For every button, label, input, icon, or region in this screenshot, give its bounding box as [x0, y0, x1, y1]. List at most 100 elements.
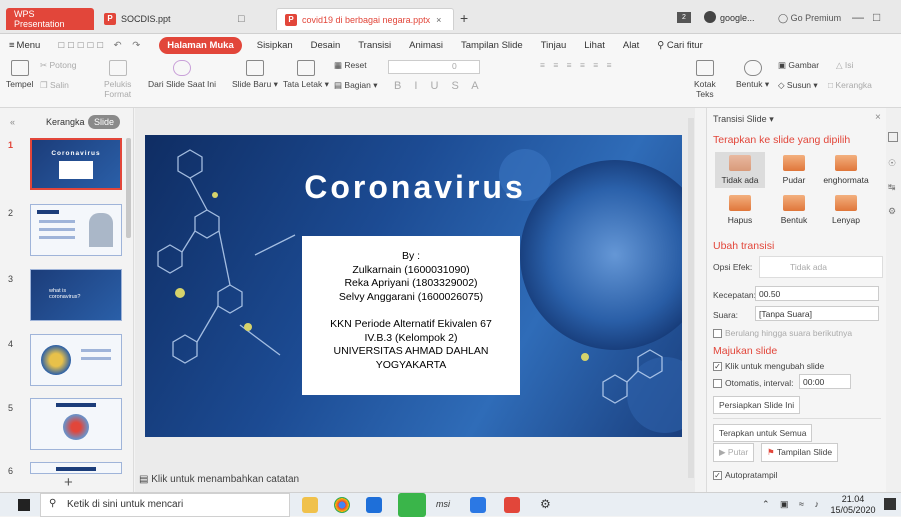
transition-dissolve[interactable]: Lenyap — [821, 192, 871, 228]
word-icon[interactable] — [470, 497, 486, 513]
paragraph-buttons[interactable]: ≡ ≡ ≡ ≡ ≡ ≡ — [540, 60, 615, 70]
collapse-icon[interactable]: « — [10, 117, 15, 127]
slide-thumbnail-3[interactable]: what is coronavirus? — [30, 269, 122, 321]
picture-button[interactable]: ▣ Gambar — [778, 60, 819, 71]
prepare-slide-button[interactable]: Persiapkan Slide Ini — [713, 396, 801, 414]
quick-access-icons[interactable]: □□□□□ ↶ ↷ — [58, 40, 144, 51]
apply-to-all-button[interactable]: Terapkan untuk Semua — [713, 424, 813, 442]
slide-scrollbar[interactable] — [688, 118, 694, 478]
shape-button[interactable]: Bentuk ▾ — [736, 60, 769, 90]
screen-icon[interactable]: □ — [238, 13, 245, 25]
tab-wps-presentation[interactable]: WPS Presentation — [6, 8, 94, 30]
restore-icon[interactable]: □ — [873, 10, 880, 24]
close-icon[interactable]: × — [875, 112, 881, 123]
tab-lihat[interactable]: Lihat — [584, 40, 605, 51]
chrome-icon[interactable] — [334, 497, 350, 513]
layout-button[interactable]: Tata Letak ▾ — [283, 60, 329, 90]
hamburger-icon[interactable]: ≡ — [9, 40, 15, 51]
slide-thumbnail-5[interactable] — [30, 398, 122, 450]
system-tray-icons[interactable]: ⌃ ▣ ≈ ♪ — [762, 499, 823, 510]
mail-icon[interactable] — [366, 497, 382, 513]
search-feature[interactable]: ⚲ Cari fitur — [657, 40, 703, 51]
msi-icon[interactable]: msi — [436, 499, 450, 509]
badge-icon[interactable]: 2 — [677, 12, 691, 23]
autopreview-checkbox[interactable]: ✓ Autopratampil — [713, 470, 777, 481]
arrange-button[interactable]: ◇ Susun ▾ — [778, 80, 818, 91]
new-tab-button[interactable]: + — [460, 10, 468, 26]
file-explorer-icon[interactable] — [302, 497, 318, 513]
transition-honor[interactable]: enghormata — [821, 152, 871, 188]
tab-covid19[interactable]: Pcovid19 di berbagai negara.pptx × — [276, 8, 454, 30]
close-icon[interactable]: × — [436, 15, 441, 25]
account-name[interactable]: google... — [720, 13, 755, 23]
slide-thumbnail-2[interactable] — [30, 204, 122, 256]
tab-animasi[interactable]: Animasi — [409, 40, 443, 51]
thumbnails-scrollbar[interactable] — [126, 138, 131, 238]
tab-tampilan-slide[interactable]: Tampilan Slide — [461, 40, 523, 51]
clock[interactable]: 21.04 15/05/2020 — [830, 494, 876, 516]
animation-icon[interactable]: ☉ — [888, 158, 896, 169]
from-current-slide-button[interactable]: Dari Slide Saat Ini — [148, 60, 216, 89]
section-button[interactable]: ▤ Bagian ▾ — [334, 80, 378, 91]
slide-thumbnail-4[interactable] — [30, 334, 122, 386]
slide-canvas[interactable]: Coronavirus By : Zulkarnain (1600031090)… — [145, 135, 682, 437]
slide-thumbnail-6[interactable] — [30, 462, 122, 474]
on-click-checkbox[interactable]: ✓ Klik untuk mengubah slide — [713, 361, 824, 372]
speed-input[interactable]: 00.50 — [755, 286, 879, 301]
format-painter-button[interactable]: Pelukis Format — [104, 60, 131, 99]
transition-fade-icon — [783, 155, 805, 171]
settings-gear-icon[interactable]: ⚙ — [540, 497, 551, 511]
tab-halaman-muka[interactable]: Halaman Muka — [159, 36, 242, 54]
effect-options-select[interactable]: Tidak ada — [759, 256, 883, 278]
thumb-line — [81, 357, 111, 360]
tab-tinjau[interactable]: Tinjau — [541, 40, 567, 51]
cut-button[interactable]: ✂ Potong — [40, 60, 76, 71]
play-button[interactable]: ▶ Putar — [713, 443, 755, 462]
tab-sisipkan[interactable]: Sisipkan — [257, 40, 293, 51]
avatar[interactable] — [704, 11, 716, 23]
slide-show-button[interactable]: ⚑ Tampilan Slide — [761, 443, 839, 462]
auto-interval-checkbox[interactable]: Otomatis, interval: — [713, 378, 794, 389]
tab-desain[interactable]: Desain — [311, 40, 341, 51]
wps-presentation-icon[interactable] — [504, 497, 520, 513]
text-format-buttons[interactable]: B I U S A — [394, 80, 484, 92]
fill-button[interactable]: △ Isi — [836, 60, 853, 71]
properties-icon[interactable] — [888, 132, 898, 142]
notifications-icon[interactable] — [884, 498, 896, 510]
reset-button[interactable]: ▦ Reset — [334, 60, 367, 71]
text-box-button[interactable]: Kotak Teks — [694, 60, 716, 99]
loop-until-next-checkbox[interactable]: Berulang hingga suara berikutnya — [713, 328, 852, 339]
transition-icon[interactable]: ↹ — [888, 182, 896, 193]
slide-thumbnail-1[interactable]: Coronavirus — [30, 138, 122, 190]
taskbar-search[interactable]: ⚲ Ketik di sini untuk mencari — [40, 493, 290, 517]
copy-button[interactable]: ❐ Salin — [40, 80, 69, 91]
menu-button[interactable]: Menu — [17, 40, 41, 51]
transition-wipe[interactable]: Hapus — [715, 192, 765, 228]
paste-button[interactable]: Tempel — [6, 60, 33, 89]
transition-shape[interactable]: Bentuk — [769, 192, 819, 228]
app-green-icon[interactable] — [398, 493, 426, 517]
go-premium-button[interactable]: ◯ Go Premium — [778, 13, 841, 24]
font-name-input[interactable] — [388, 60, 480, 74]
tab-alat[interactable]: Alat — [623, 40, 639, 51]
tab-transisi[interactable]: Transisi — [358, 40, 391, 51]
new-slide-button[interactable]: Slide Baru ▾ — [232, 60, 278, 90]
clock-time: 21.04 — [841, 494, 865, 504]
copy-label: Salin — [50, 80, 69, 90]
minimize-icon[interactable]: — — [852, 10, 864, 24]
add-slide-button[interactable]: + — [64, 474, 73, 491]
sound-select[interactable]: [Tanpa Suara] — [755, 306, 879, 321]
transition-fade[interactable]: Pudar — [769, 152, 819, 188]
windows-start-icon[interactable] — [18, 499, 30, 511]
ribbon-toolbar: Tempel ✂ Potong ❐ Salin Pelukis Format Da… — [0, 56, 901, 108]
notes-area[interactable]: ▤ Klik untuk menambahkan catatan — [135, 474, 695, 492]
font-size-input[interactable]: 0 — [452, 61, 457, 71]
tab-slides[interactable]: Slide — [88, 115, 121, 129]
interval-input[interactable]: 00:00 — [799, 374, 851, 389]
slide-text-box[interactable]: By : Zulkarnain (1600031090) Reka Apriya… — [302, 236, 520, 395]
tab-outline[interactable]: Kerangka — [46, 117, 85, 127]
settings-icon[interactable]: ⚙ — [888, 206, 896, 217]
outline-button[interactable]: □ Kerangka — [828, 80, 872, 90]
slide-title[interactable]: Coronavirus — [295, 169, 535, 206]
transition-none[interactable]: Tidak ada — [715, 152, 765, 188]
